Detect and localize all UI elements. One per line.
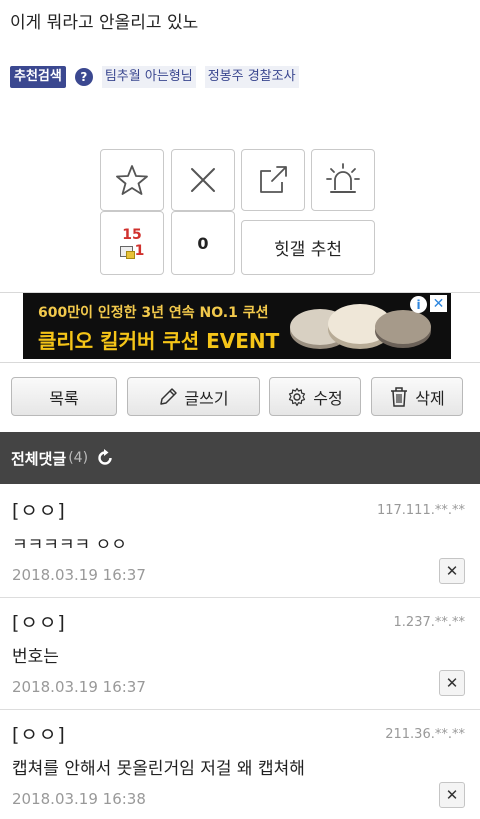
comment-delete-button[interactable]: ✕ bbox=[439, 558, 465, 584]
comment-delete-button[interactable]: ✕ bbox=[439, 670, 465, 696]
fixed-recommend-count: 1 bbox=[119, 243, 145, 259]
comment-delete-button[interactable]: ✕ bbox=[439, 782, 465, 808]
comment-ip: 1.237.**.** bbox=[393, 615, 465, 630]
comment-ip: 211.36.**.** bbox=[385, 727, 465, 742]
recommend-count-box: 15 1 bbox=[100, 211, 164, 275]
recommend-search-row: 추천검색 ? 팀추월 아는형님 정봉주 경찰조사 bbox=[10, 66, 299, 88]
report-button[interactable] bbox=[311, 149, 375, 211]
not-recommend-count: 0 bbox=[197, 233, 209, 253]
comment-item: [ㅇㅇ] 211.36.**.** 캡쳐를 안해서 못올린거임 저걸 왜 캡쳐해… bbox=[0, 710, 480, 819]
fixed-recommend-value: 1 bbox=[134, 243, 145, 259]
siren-icon bbox=[326, 163, 360, 193]
write-button[interactable]: 글쓰기 bbox=[127, 377, 260, 416]
comment-item: [ㅇㅇ] 1.237.**.** 번호는 2018.03.19 16:37 ✕ bbox=[0, 598, 480, 710]
not-recommend-count-box: 0 bbox=[171, 211, 235, 275]
comment-text: 캡쳐를 안해서 못올린거임 저걸 왜 캡쳐해 bbox=[12, 759, 305, 779]
comment-ip: 117.111.**.** bbox=[376, 503, 465, 518]
comment-text: ㅋㅋㅋㅋㅋ ㅇㅇ bbox=[12, 535, 127, 555]
comment-author[interactable]: [ㅇㅇ] bbox=[12, 496, 66, 523]
share-icon bbox=[260, 166, 287, 193]
comment-author[interactable]: [ㅇㅇ] bbox=[12, 608, 66, 635]
share-button[interactable] bbox=[241, 149, 305, 211]
recommend-button[interactable] bbox=[100, 149, 164, 211]
star-icon bbox=[116, 165, 148, 195]
list-button[interactable]: 목록 bbox=[11, 377, 117, 416]
delete-button[interactable]: 삭제 bbox=[371, 377, 463, 416]
comments-header: 전체댓글 (4) bbox=[0, 432, 480, 484]
recommend-tag[interactable]: 팀추월 아는형님 bbox=[101, 66, 196, 88]
recommend-count: 15 bbox=[122, 227, 142, 243]
ad-close-icon[interactable]: ✕ bbox=[430, 295, 447, 312]
hit-gallery-label: 힛갤 추천 bbox=[274, 240, 342, 260]
comment-date: 2018.03.19 16:37 bbox=[12, 678, 146, 696]
write-button-label: 글쓰기 bbox=[184, 388, 229, 408]
comment-date: 2018.03.19 16:37 bbox=[12, 566, 146, 584]
delete-button-label: 삭제 bbox=[415, 388, 445, 408]
ad-info-icon[interactable]: i bbox=[410, 296, 427, 313]
pencil-icon bbox=[160, 387, 178, 405]
divider bbox=[0, 362, 480, 363]
not-recommend-button[interactable] bbox=[171, 149, 235, 211]
gear-icon bbox=[289, 387, 306, 406]
list-button-label: 목록 bbox=[49, 388, 79, 408]
ad-title: 클리오 킬커버 쿠션 EVENT bbox=[38, 329, 280, 353]
question-circle-icon[interactable]: ? bbox=[74, 68, 93, 86]
comment-item: [ㅇㅇ] 117.111.**.** ㅋㅋㅋㅋㅋ ㅇㅇ 2018.03.19 1… bbox=[0, 486, 480, 598]
comment-author[interactable]: [ㅇㅇ] bbox=[12, 720, 66, 747]
hit-gallery-button[interactable]: 힛갤 추천 bbox=[241, 220, 375, 275]
recommend-search-label: 추천검색 bbox=[10, 66, 66, 88]
post-title: 이게 뭐라고 안올리고 있노 bbox=[10, 13, 199, 33]
edit-button-label: 수정 bbox=[313, 388, 343, 408]
x-icon bbox=[191, 168, 215, 192]
trash-icon bbox=[391, 386, 408, 407]
comment-text: 번호는 bbox=[12, 647, 59, 667]
comment-date: 2018.03.19 16:38 bbox=[12, 790, 146, 808]
fixed-user-icon bbox=[119, 245, 135, 259]
recommend-tag[interactable]: 정봉주 경찰조사 bbox=[204, 66, 299, 88]
ad-headline: 600만이 인정한 3년 연속 NO.1 쿠션 bbox=[38, 305, 269, 321]
ad-banner[interactable]: 600만이 인정한 3년 연속 NO.1 쿠션 클리오 킬커버 쿠션 EVENT… bbox=[23, 293, 451, 359]
comments-count: (4) bbox=[68, 450, 89, 466]
edit-button[interactable]: 수정 bbox=[269, 377, 361, 416]
comments-title: 전체댓글 bbox=[11, 449, 67, 468]
refresh-icon[interactable] bbox=[95, 448, 115, 468]
